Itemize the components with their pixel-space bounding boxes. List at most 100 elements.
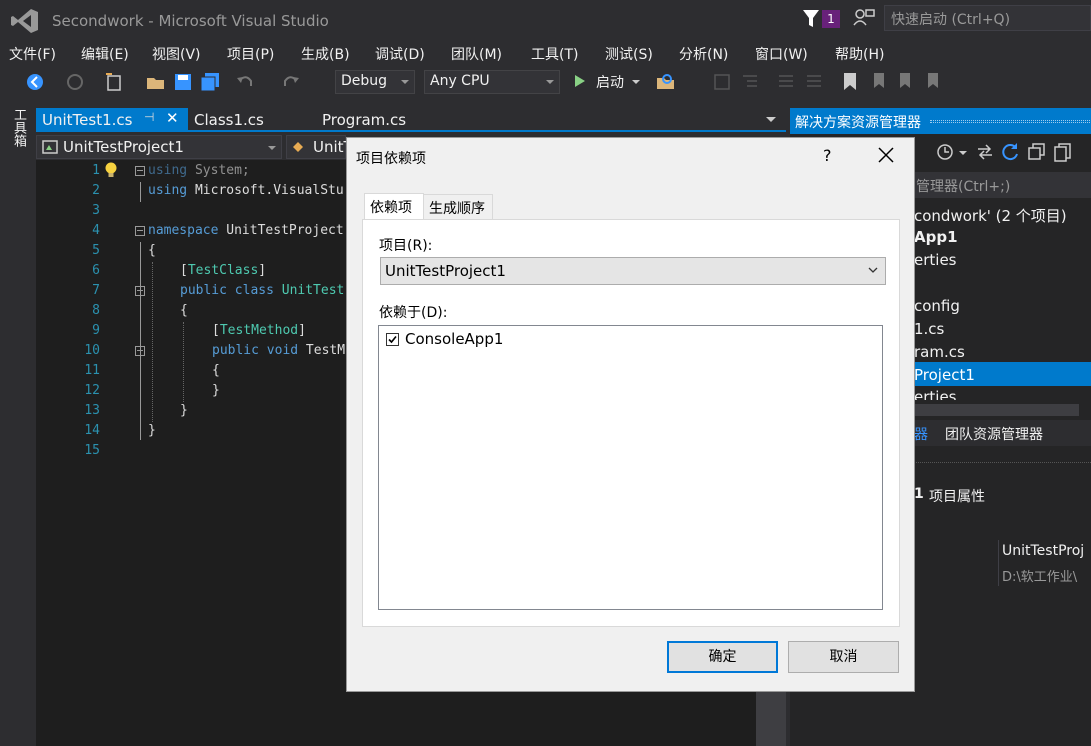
start-button[interactable]: 启动 — [572, 71, 642, 93]
tree-test-project-node[interactable]: Project1 — [914, 366, 975, 384]
open-file-icon[interactable] — [146, 72, 166, 92]
step-icon[interactable] — [712, 72, 732, 92]
menu-debug[interactable]: 调试(D) — [375, 44, 425, 64]
properties-title: 项目属性 — [929, 489, 985, 505]
project-select[interactable]: UnitTestProject1 — [380, 257, 886, 285]
tree-project-node[interactable]: App1 — [914, 228, 958, 246]
project-navigation-dropdown[interactable]: UnitTestProject1 — [36, 135, 282, 159]
save-all-icon[interactable] — [200, 72, 220, 92]
save-icon[interactable] — [174, 72, 192, 92]
chevron-down-icon — [268, 146, 276, 150]
tab-dependencies[interactable]: 依赖项 — [364, 193, 424, 221]
tab-unittest1[interactable]: UnitTest1.cs ⊣ ✕ — [36, 108, 188, 132]
toolbox-tab[interactable]: 工具箱 — [9, 108, 28, 147]
uncomment-icon[interactable] — [804, 72, 824, 92]
window-title: Secondwork - Microsoft Visual Studio — [52, 12, 329, 30]
visual-studio-logo-icon — [11, 9, 38, 33]
menu-view[interactable]: 视图(V) — [152, 44, 201, 64]
line-number: 13 — [84, 403, 100, 418]
menu-project[interactable]: 项目(P) — [227, 44, 274, 64]
feedback-icon[interactable] — [853, 8, 875, 28]
solution-explorer-search[interactable]: 管理器(Ctrl+;) — [914, 172, 1091, 198]
menu-edit[interactable]: 编辑(E) — [81, 44, 129, 64]
show-all-files-icon[interactable] — [1053, 142, 1073, 162]
code-line: } — [180, 403, 188, 418]
tab-team-explorer[interactable]: 团队资源管理器 — [945, 424, 1043, 444]
sync-icon[interactable] — [975, 142, 995, 162]
close-icon[interactable] — [877, 146, 895, 164]
clear-bookmarks-icon[interactable] — [924, 72, 942, 92]
dependency-checkbox[interactable] — [386, 333, 399, 346]
indent-icon[interactable] — [740, 72, 760, 92]
menu-test[interactable]: 测试(S) — [605, 44, 653, 64]
bookmark-icon[interactable] — [842, 72, 858, 92]
solution-explorer-scrollbar[interactable] — [914, 404, 1079, 416]
ok-button[interactable]: 确定 — [667, 641, 778, 673]
line-number: 1 — [92, 163, 100, 178]
tree-properties-node[interactable]: erties — [914, 251, 957, 269]
editor-tab-strip: UnitTest1.cs ⊣ ✕ Class1.cs Program.cs — [36, 108, 786, 132]
tree-program-file-node[interactable]: ram.cs — [914, 343, 965, 361]
chevron-down-icon[interactable] — [959, 151, 967, 155]
menu-build[interactable]: 生成(B) — [301, 44, 350, 64]
tree-properties-node[interactable]: erties — [914, 388, 957, 400]
notifications-button[interactable]: 1 — [802, 8, 842, 30]
cancel-button[interactable]: 取消 — [788, 641, 899, 673]
menu-help[interactable]: 帮助(H) — [835, 44, 884, 64]
menu-team[interactable]: 团队(M) — [451, 44, 502, 64]
solution-explorer-header: 解决方案资源管理器 — [790, 108, 1091, 134]
line-number: 6 — [92, 263, 100, 278]
new-project-icon[interactable] — [104, 72, 124, 92]
menu-analyze[interactable]: 分析(N) — [679, 44, 728, 64]
dependency-label: ConsoleApp1 — [405, 330, 504, 348]
solution-platform-value: Any CPU — [430, 73, 490, 89]
collapse-all-icon[interactable] — [1027, 142, 1047, 162]
menu-file[interactable]: 文件(F) — [9, 44, 56, 64]
tree-class-file-node[interactable]: 1.cs — [914, 320, 944, 338]
code-line: } — [212, 383, 220, 398]
redo-icon[interactable] — [282, 72, 300, 92]
help-button[interactable]: ? — [823, 146, 832, 165]
depends-on-list: ConsoleApp1 — [378, 325, 883, 610]
close-icon[interactable]: ✕ — [166, 109, 179, 127]
navigate-forward-icon[interactable] — [66, 72, 84, 92]
lightbulb-icon[interactable] — [102, 161, 120, 179]
tab-solution-explorer[interactable]: 器 — [914, 424, 928, 444]
line-number: 5 — [92, 243, 100, 258]
comment-icon[interactable] — [776, 72, 796, 92]
project-navigation-value: UnitTestProject1 — [63, 138, 184, 156]
tab-build-order[interactable]: 生成顺序 — [423, 194, 493, 220]
pending-changes-icon[interactable] — [935, 142, 955, 162]
refresh-icon[interactable] — [1001, 142, 1021, 162]
line-number: 4 — [92, 223, 100, 238]
tab-class1[interactable]: Class1.cs — [188, 108, 308, 132]
find-in-files-icon[interactable] — [656, 72, 676, 92]
properties-grid: UnitTestProj D:\软工作业\ — [914, 540, 1091, 586]
pin-icon[interactable]: ⊣ — [144, 110, 154, 124]
tree-config-node[interactable]: config — [914, 297, 960, 315]
quick-launch-input[interactable]: 快速启动 (Ctrl+Q) — [884, 5, 1091, 31]
search-placeholder: 管理器(Ctrl+;) — [916, 179, 1011, 195]
navigate-back-icon[interactable] — [26, 72, 44, 92]
property-value[interactable]: D:\软工作业\ — [1002, 566, 1077, 585]
list-item[interactable]: ConsoleApp1 — [379, 326, 882, 352]
tree-solution-node[interactable]: condwork' (2 个项目) — [914, 205, 1067, 226]
code-line: namespace UnitTestProject — [148, 223, 344, 238]
fold-toggle-icon[interactable] — [135, 166, 145, 176]
solution-configuration-dropdown[interactable]: Debug — [335, 70, 415, 94]
type-navigation-dropdown[interactable]: UnitT — [286, 135, 353, 159]
properties-grip — [914, 462, 1091, 464]
menu-tools[interactable]: 工具(T) — [531, 44, 578, 64]
next-bookmark-icon[interactable] — [896, 72, 914, 92]
tab-program[interactable]: Program.cs — [316, 108, 436, 132]
solution-platform-dropdown[interactable]: Any CPU — [424, 70, 560, 94]
fold-toggle-icon[interactable] — [135, 226, 145, 236]
play-icon — [575, 75, 585, 87]
previous-bookmark-icon[interactable] — [870, 72, 888, 92]
undo-icon[interactable] — [236, 72, 254, 92]
line-number: 14 — [84, 423, 100, 438]
tab-overflow-icon[interactable] — [766, 117, 776, 122]
menu-bar: 文件(F) 编辑(E) 视图(V) 项目(P) 生成(B) 调试(D) 团队(M… — [0, 40, 1091, 66]
property-value[interactable]: UnitTestProj — [1002, 543, 1084, 559]
menu-window[interactable]: 窗口(W) — [755, 44, 808, 64]
